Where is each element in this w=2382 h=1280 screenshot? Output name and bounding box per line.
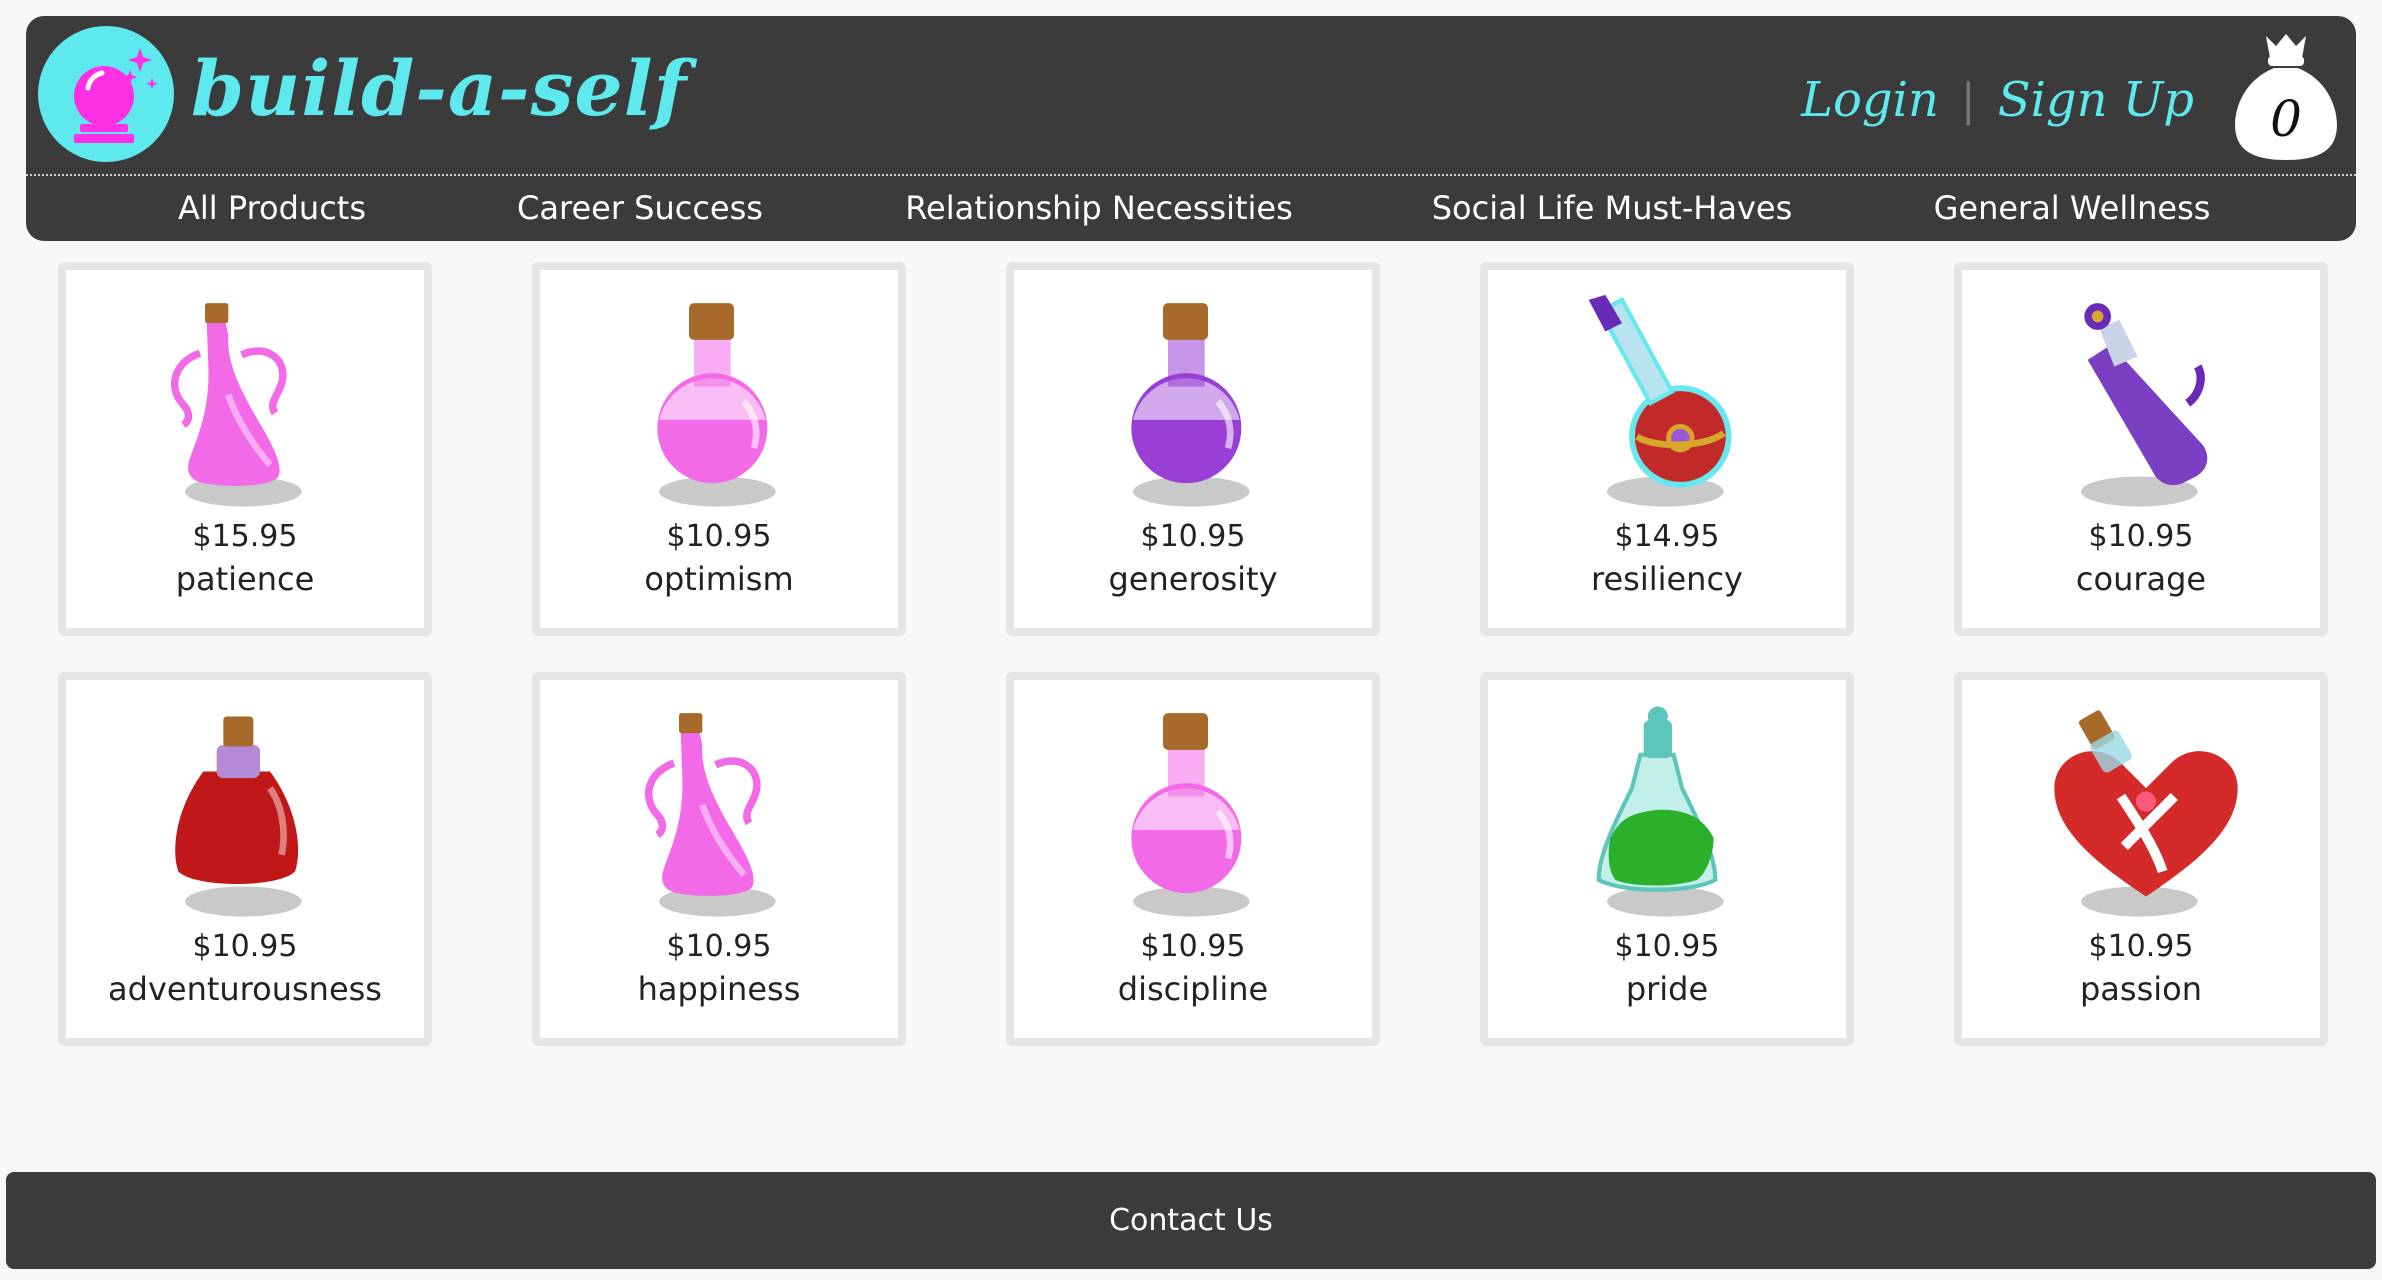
signup-link[interactable]: Sign Up (1998, 72, 2194, 128)
nav-item-general-wellness[interactable]: General Wellness (1934, 178, 2211, 238)
red-ornate-flask-icon (1588, 294, 1732, 507)
auth-separator: | (1960, 74, 1976, 126)
pink-round-flask-icon (1131, 713, 1250, 917)
product-card-optimism[interactable]: $10.95 optimism (532, 262, 906, 636)
product-name: patience (175, 560, 315, 598)
product-name: discipline (1117, 970, 1269, 1008)
cart-count: 0 (2270, 90, 2302, 148)
product-price: $10.95 (1140, 519, 1246, 554)
pink-carafe-potion-icon (170, 303, 302, 507)
product-price: $10.95 (2088, 519, 2194, 554)
product-name: resiliency (1591, 560, 1743, 598)
product-price: $10.95 (1140, 929, 1246, 964)
product-name: adventurousness (108, 970, 382, 1008)
product-name: pride (1625, 970, 1709, 1008)
red-heart-bottle-icon (2054, 710, 2238, 917)
product-card-resiliency[interactable]: $14.95 resiliency (1480, 262, 1854, 636)
nav-item-social-life-must-haves[interactable]: Social Life Must-Haves (1432, 178, 1793, 238)
product-name: happiness (637, 970, 801, 1008)
product-card-discipline[interactable]: $10.95 discipline (1006, 672, 1380, 1046)
header-divider (26, 174, 2356, 176)
product-price: $10.95 (666, 929, 772, 964)
product-price: $10.95 (2088, 929, 2194, 964)
product-card-passion[interactable]: $10.95 passion (1954, 672, 2328, 1046)
red-squat-bottle-icon (175, 716, 302, 917)
auth-links: Login | Sign Up (1801, 72, 2194, 128)
nav-item-career-success[interactable]: Career Success (517, 178, 763, 238)
product-price: $15.95 (192, 519, 298, 554)
nav-item-relationship-necessities[interactable]: Relationship Necessities (905, 178, 1293, 238)
product-name: passion (2079, 970, 2202, 1008)
pink-round-flask-icon (657, 303, 776, 507)
product-price: $10.95 (666, 519, 772, 554)
login-link[interactable]: Login (1801, 72, 1939, 128)
pink-carafe-potion-icon (644, 713, 776, 917)
crystal-ball-logo-icon[interactable] (38, 26, 174, 162)
purple-tube-potion-icon (2081, 303, 2208, 507)
green-cone-bottle-icon (1596, 706, 1724, 917)
site-footer: Contact Us (6, 1172, 2376, 1269)
product-price: $10.95 (192, 929, 298, 964)
product-price: $10.95 (1614, 929, 1720, 964)
product-card-adventurousness[interactable]: $10.95 adventurousness (58, 672, 432, 1046)
purple-round-flask-icon (1131, 303, 1250, 507)
product-card-patience[interactable]: $15.95 patience (58, 262, 432, 636)
contact-us-link[interactable]: Contact Us (6, 1172, 2376, 1269)
product-price: $14.95 (1614, 519, 1720, 554)
product-card-happiness[interactable]: $10.95 happiness (532, 672, 906, 1046)
brand-name[interactable]: build-a-self (191, 44, 687, 133)
category-nav: All Products Career Success Relationship… (26, 178, 2356, 238)
product-name: generosity (1108, 560, 1278, 598)
product-name: courage (2075, 560, 2207, 598)
product-name: optimism (644, 560, 794, 598)
cart-button[interactable]: 0 (2230, 30, 2342, 162)
product-card-courage[interactable]: $10.95 courage (1954, 262, 2328, 636)
product-card-pride[interactable]: $10.95 pride (1480, 672, 1854, 1046)
nav-item-all-products[interactable]: All Products (178, 178, 366, 238)
site-header: build-a-self Login | Sign Up 0 All Produ… (26, 16, 2356, 241)
product-card-generosity[interactable]: $10.95 generosity (1006, 262, 1380, 636)
